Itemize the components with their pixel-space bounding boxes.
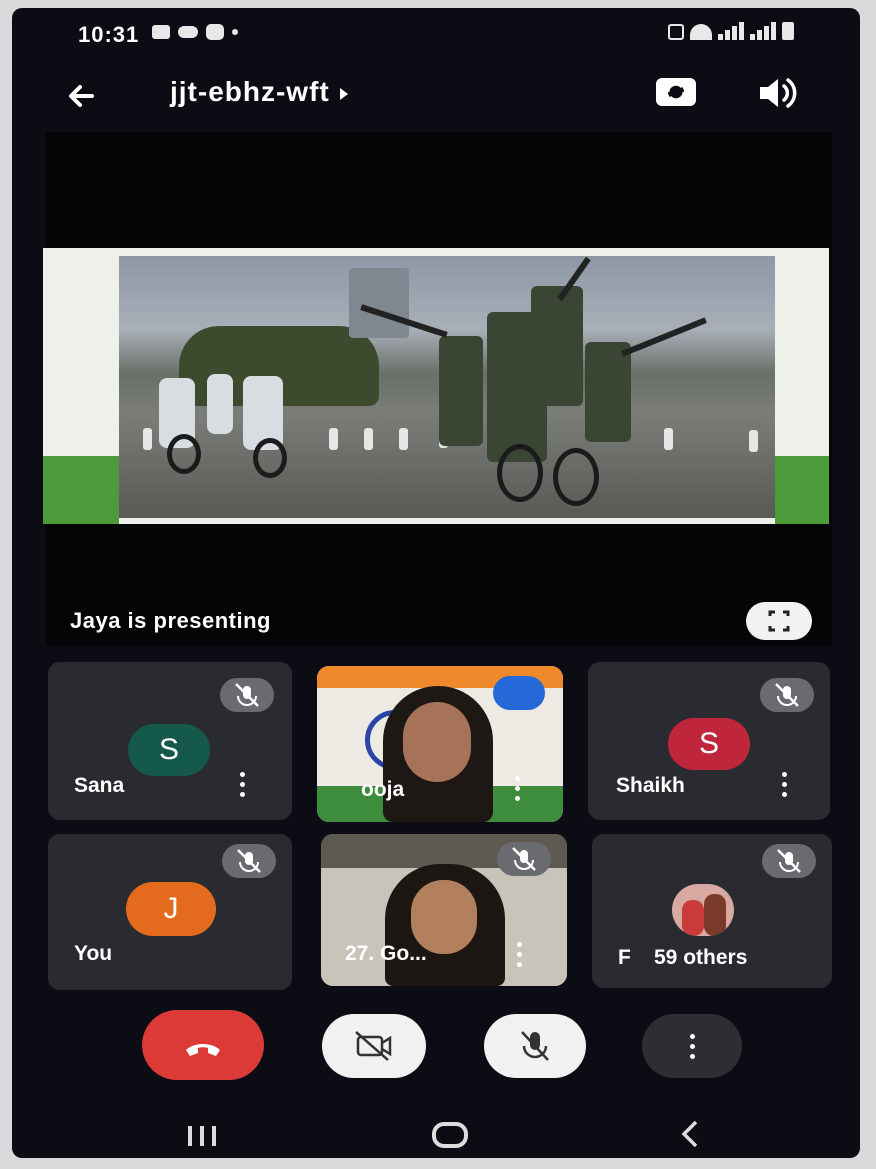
camera-toggle-button[interactable] bbox=[322, 1014, 426, 1078]
camera-off-icon bbox=[355, 1031, 392, 1061]
mic-off-icon bbox=[762, 844, 816, 878]
avatar-initial: J bbox=[163, 892, 179, 925]
fullscreen-icon bbox=[768, 610, 790, 632]
end-call-icon bbox=[186, 1044, 220, 1056]
more-vert-icon[interactable] bbox=[780, 772, 788, 802]
battery-icon bbox=[782, 22, 794, 40]
avatar: S bbox=[128, 724, 210, 776]
mic-off-icon bbox=[220, 678, 274, 712]
participant-tile-shaikh[interactable]: S Shaikh bbox=[588, 662, 830, 820]
app-icon bbox=[206, 24, 224, 40]
participant-tile-others[interactable]: F 59 others bbox=[592, 834, 832, 988]
signal-icon-2 bbox=[750, 22, 776, 40]
back-arrow-icon[interactable] bbox=[62, 76, 102, 116]
navigation-bar bbox=[12, 1108, 860, 1158]
participant-name: F bbox=[618, 946, 631, 969]
more-options-button[interactable] bbox=[642, 1014, 742, 1078]
mic-toggle-button[interactable] bbox=[484, 1014, 586, 1078]
fence-post bbox=[329, 428, 338, 450]
signal-icon bbox=[718, 22, 744, 40]
soldier bbox=[439, 336, 483, 446]
soldier bbox=[531, 286, 583, 406]
face bbox=[403, 702, 471, 782]
photo-figure bbox=[704, 894, 726, 936]
wheel bbox=[553, 448, 599, 506]
phone-screen: 10:31 jjt-ebhz-wft Jaya is presenting S … bbox=[12, 8, 860, 1158]
soldier bbox=[585, 342, 631, 442]
gallery-icon bbox=[152, 25, 170, 39]
participant-tile-you[interactable]: J You bbox=[48, 834, 292, 990]
more-vert-icon bbox=[688, 1034, 696, 1064]
avatar-initial: S bbox=[698, 727, 719, 760]
fence-post bbox=[749, 430, 758, 452]
presenting-banner: Jaya is presenting bbox=[70, 608, 271, 633]
participant-name: ooja bbox=[361, 778, 405, 801]
dot-icon bbox=[232, 29, 238, 35]
switch-camera-icon[interactable] bbox=[652, 70, 700, 112]
mic-off-icon bbox=[521, 1031, 549, 1061]
participant-name: Sana bbox=[74, 774, 125, 797]
fullscreen-button[interactable] bbox=[746, 602, 812, 640]
avatar-photo bbox=[672, 884, 734, 936]
more-vert-icon[interactable] bbox=[513, 776, 521, 806]
participant-name: Shaikh bbox=[616, 774, 685, 797]
mic-off-icon bbox=[760, 678, 814, 712]
messages-icon bbox=[178, 26, 198, 38]
fence-post bbox=[143, 428, 152, 450]
avatar: S bbox=[668, 718, 750, 770]
system-icons bbox=[668, 22, 794, 40]
fence-post bbox=[364, 428, 373, 450]
participant-tile-pooja[interactable]: ooja bbox=[317, 666, 563, 822]
building bbox=[349, 268, 409, 338]
back-nav-icon[interactable] bbox=[676, 1118, 706, 1150]
rifle bbox=[621, 317, 707, 357]
participant-tile-sana[interactable]: S Sana bbox=[48, 662, 292, 820]
participant-name: 27. Go... bbox=[345, 942, 427, 965]
photo-figure bbox=[682, 900, 704, 936]
others-count: 59 others bbox=[654, 946, 748, 969]
meeting-code-button[interactable]: jjt-ebhz-wft bbox=[170, 76, 348, 108]
end-call-button[interactable] bbox=[142, 1010, 264, 1080]
participant-tile-27[interactable]: 27. Go... bbox=[321, 834, 567, 986]
fence-post bbox=[399, 428, 408, 450]
wifi-icon bbox=[690, 24, 712, 40]
shared-image bbox=[119, 256, 775, 518]
participant-name: You bbox=[74, 942, 113, 965]
speaking-indicator bbox=[493, 676, 545, 710]
mic-off-icon bbox=[497, 842, 551, 876]
wheel bbox=[167, 434, 201, 474]
recents-icon[interactable] bbox=[184, 1124, 224, 1148]
shared-screen bbox=[43, 248, 829, 524]
green-bar-left bbox=[43, 456, 119, 524]
avatar: J bbox=[126, 882, 216, 936]
speaker-icon[interactable] bbox=[754, 72, 800, 114]
status-bar: 10:31 bbox=[12, 8, 860, 58]
notification-icons bbox=[152, 24, 238, 40]
status-time: 10:31 bbox=[78, 22, 140, 47]
meeting-header: jjt-ebhz-wft bbox=[12, 58, 860, 128]
more-vert-icon[interactable] bbox=[515, 942, 523, 972]
green-bar-right bbox=[775, 456, 829, 524]
fence-post bbox=[664, 428, 673, 450]
mic-off-icon bbox=[222, 844, 276, 878]
nfc-icon bbox=[668, 24, 684, 40]
caret-right-icon bbox=[339, 87, 348, 100]
rider bbox=[207, 374, 233, 434]
wheel bbox=[497, 444, 543, 502]
avatar-initial: S bbox=[158, 733, 179, 766]
home-icon[interactable] bbox=[428, 1120, 472, 1150]
meeting-code: jjt-ebhz-wft bbox=[170, 76, 330, 107]
wheel bbox=[253, 438, 287, 478]
more-vert-icon[interactable] bbox=[238, 772, 246, 802]
